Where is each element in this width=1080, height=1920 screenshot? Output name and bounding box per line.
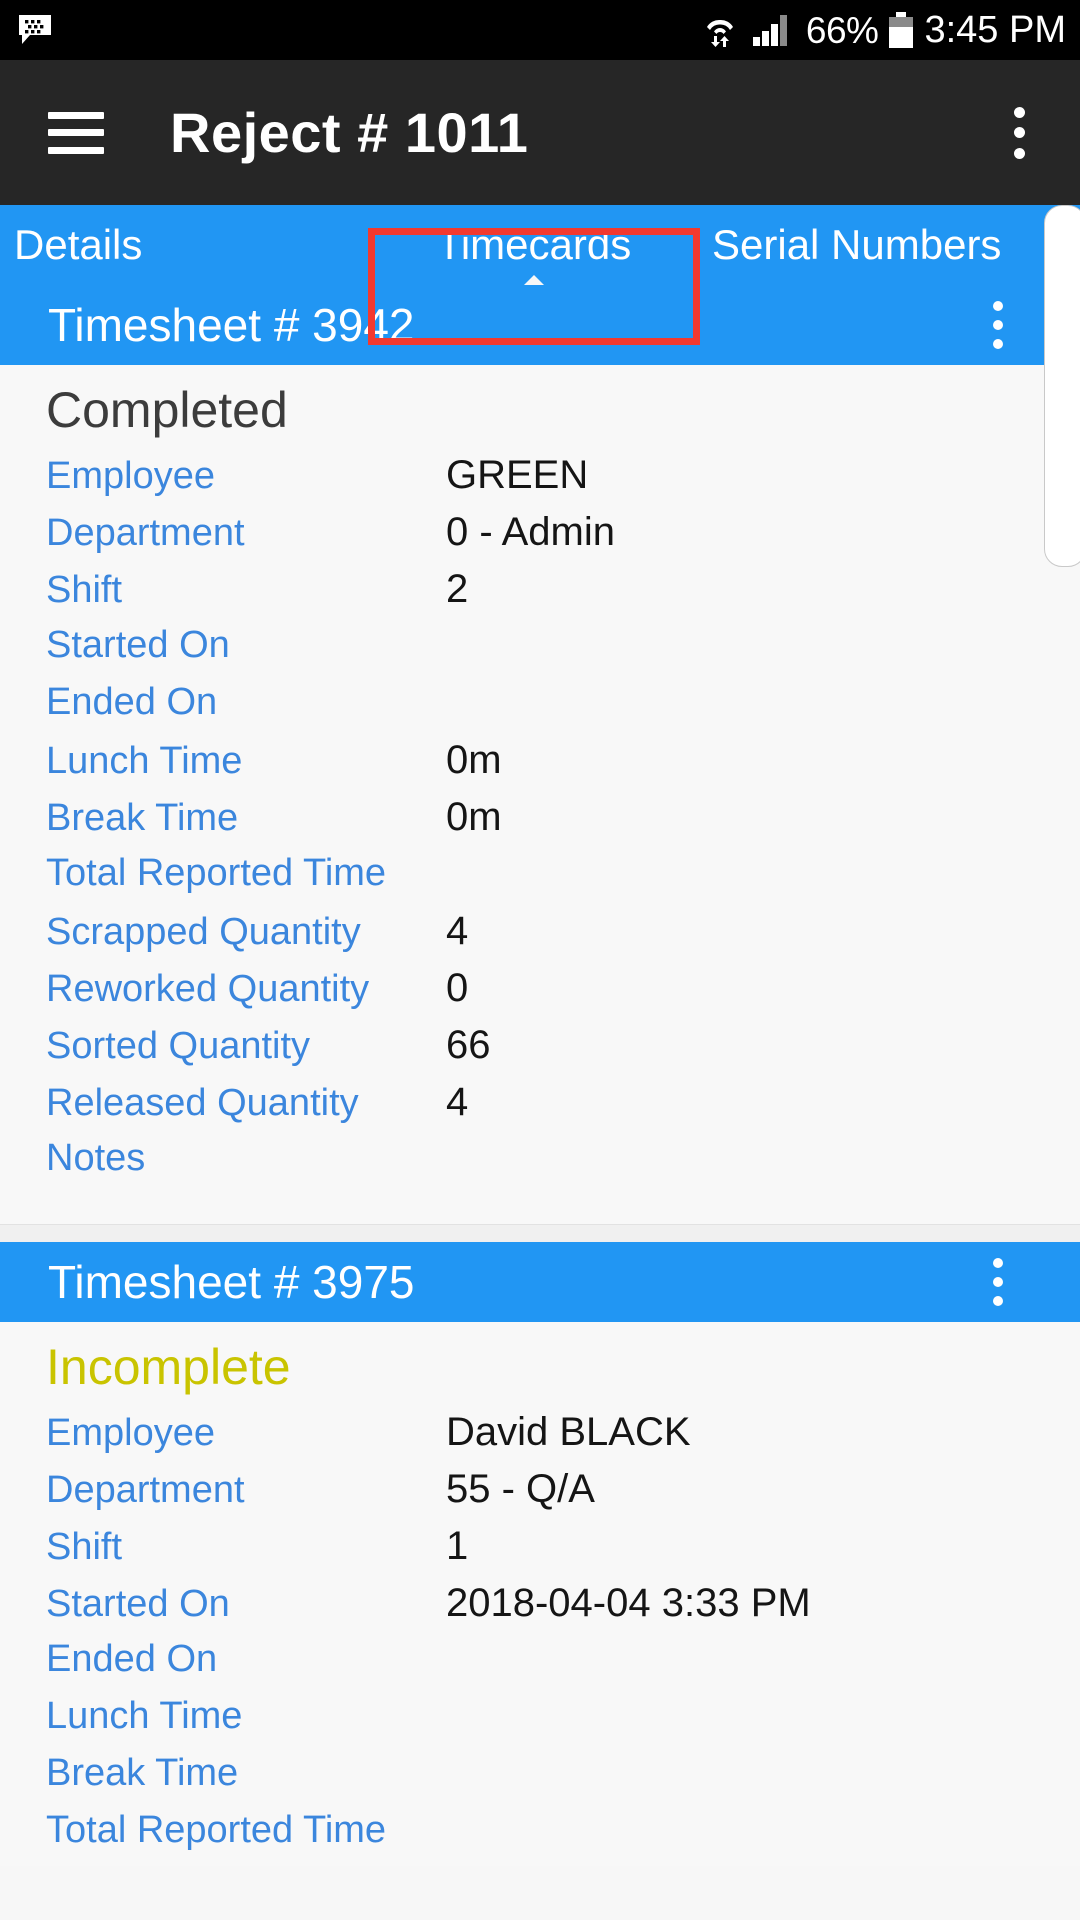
hamburger-menu-icon[interactable] xyxy=(48,111,104,154)
wifi-transfer-icon xyxy=(700,8,740,53)
detail-row: Sorted Quantity 66 xyxy=(0,1023,1080,1080)
blackberry-message-icon xyxy=(18,13,52,47)
overflow-menu-icon[interactable] xyxy=(996,101,1042,165)
tab-details-label: Details xyxy=(14,221,143,268)
timesheet-card: Timesheet # 3942 Completed Employee GREE… xyxy=(0,285,1080,1224)
timesheet-card-header[interactable]: Timesheet # 3975 xyxy=(0,1242,1080,1322)
detail-row-label: Notes xyxy=(46,1137,146,1179)
detail-row-label: Break Time xyxy=(46,797,239,839)
detail-row: Break Time 0m xyxy=(0,795,1080,852)
timecards-list: Timesheet # 3942 Completed Employee GREE… xyxy=(0,285,1080,1920)
tab-details[interactable]: Details xyxy=(0,205,368,285)
detail-row-label: Employee xyxy=(46,1412,215,1454)
detail-row-value: 0 - Admin xyxy=(446,510,615,554)
status-bar: 66% 3:45 PM xyxy=(0,0,1080,60)
detail-row: Department 55 - Q/A xyxy=(0,1467,1080,1524)
detail-row-value: GREEN xyxy=(446,453,589,497)
detail-row-label: Department xyxy=(46,512,245,554)
detail-row-label: Total Reported Time xyxy=(46,1809,387,1851)
timesheet-card-title: Timesheet # 3975 xyxy=(48,1256,415,1308)
detail-row-label: Lunch Time xyxy=(46,1695,243,1737)
detail-row-label: Shift xyxy=(46,1526,123,1568)
detail-row: Total Reported Time xyxy=(0,1809,1080,1866)
detail-row-label: Sorted Quantity xyxy=(46,1025,311,1067)
detail-row: Break Time xyxy=(0,1752,1080,1809)
detail-row-value: 55 - Q/A xyxy=(446,1467,595,1511)
detail-row-label: Total Reported Time xyxy=(46,852,387,894)
detail-row-value: 0m xyxy=(446,738,502,782)
detail-row: Shift 1 xyxy=(0,1524,1080,1581)
detail-row: Notes xyxy=(0,1137,1080,1194)
timesheet-card-title: Timesheet # 3942 xyxy=(48,299,415,351)
status-badge: Completed xyxy=(46,382,288,438)
detail-row: Lunch Time xyxy=(0,1695,1080,1752)
detail-row-label: Started On xyxy=(46,1583,230,1625)
battery-icon xyxy=(889,12,914,48)
detail-row-label: Reworked Quantity xyxy=(46,968,370,1010)
status-bar-clock: 3:45 PM xyxy=(924,9,1066,51)
detail-row: Started On xyxy=(0,624,1080,681)
detail-row-value: 0 xyxy=(446,966,469,1010)
detail-row: Employee GREEN xyxy=(0,453,1080,510)
tab-serial-numbers[interactable]: Serial Numbers xyxy=(700,205,1080,285)
status-bar-left xyxy=(18,13,52,47)
detail-row-label: Started On xyxy=(46,624,230,666)
detail-row-label: Employee xyxy=(46,455,215,497)
page-title: Reject # 1011 xyxy=(170,101,529,164)
detail-row: Reworked Quantity 0 xyxy=(0,966,1080,1023)
timesheet-card: Timesheet # 3975 Incomplete Employee Dav… xyxy=(0,1242,1080,1866)
detail-row-label: Scrapped Quantity xyxy=(46,911,361,953)
tab-serial-numbers-label: Serial Numbers xyxy=(712,221,1002,268)
timesheet-card-body: Incomplete Employee David BLACK Departme… xyxy=(0,1322,1080,1866)
detail-row-label: Shift xyxy=(46,569,123,611)
detail-row: Ended On xyxy=(0,1638,1080,1695)
detail-row: Lunch Time 0m xyxy=(0,738,1080,795)
detail-row-value: 2 xyxy=(446,567,469,611)
battery-percent-label: 66% xyxy=(805,9,879,51)
detail-row-label: Department xyxy=(46,1469,245,1511)
detail-row-value: 4 xyxy=(446,909,469,953)
adjacent-panel-edge xyxy=(1044,205,1080,567)
detail-row-label: Ended On xyxy=(46,1638,218,1680)
detail-row-value: 66 xyxy=(446,1023,491,1067)
timesheet-card-body: Completed Employee GREEN Department 0 - … xyxy=(0,365,1080,1224)
card-spacer xyxy=(0,1194,1080,1224)
tab-bar: Details Timecards Serial Numbers xyxy=(0,205,1080,286)
detail-row-label: Ended On xyxy=(46,681,218,723)
detail-row: Started On 2018-04-04 3:33 PM xyxy=(0,1581,1080,1638)
overflow-menu-icon[interactable] xyxy=(978,297,1018,353)
detail-row-value: 0m xyxy=(446,795,502,839)
app-bar: Reject # 1011 xyxy=(0,60,1080,205)
status-bar-right: 66% 3:45 PM xyxy=(700,8,1066,53)
card-divider xyxy=(0,1224,1080,1242)
detail-row: Employee David BLACK xyxy=(0,1410,1080,1467)
detail-row: Ended On xyxy=(0,681,1080,738)
detail-row-value: 4 xyxy=(446,1080,469,1124)
detail-row: Department 0 - Admin xyxy=(0,510,1080,567)
detail-row-label: Released Quantity xyxy=(46,1082,359,1124)
timesheet-card-header[interactable]: Timesheet # 3942 xyxy=(0,285,1080,365)
detail-row-value: 2018-04-04 3:33 PM xyxy=(446,1581,811,1625)
tab-timecards[interactable]: Timecards xyxy=(368,205,700,286)
detail-row-value: 1 xyxy=(446,1524,469,1568)
detail-row-label: Break Time xyxy=(46,1752,239,1794)
tab-timecards-label: Timecards xyxy=(436,221,632,268)
overflow-menu-icon[interactable] xyxy=(978,1254,1018,1310)
detail-row-label: Lunch Time xyxy=(46,740,243,782)
detail-row: Released Quantity 4 xyxy=(0,1080,1080,1137)
detail-row: Total Reported Time xyxy=(0,852,1080,909)
detail-row: Shift 2 xyxy=(0,567,1080,624)
cellular-signal-icon xyxy=(751,8,795,53)
status-badge: Incomplete xyxy=(46,1339,291,1395)
detail-row: Scrapped Quantity 4 xyxy=(0,909,1080,966)
detail-row-value: David BLACK xyxy=(446,1410,691,1454)
